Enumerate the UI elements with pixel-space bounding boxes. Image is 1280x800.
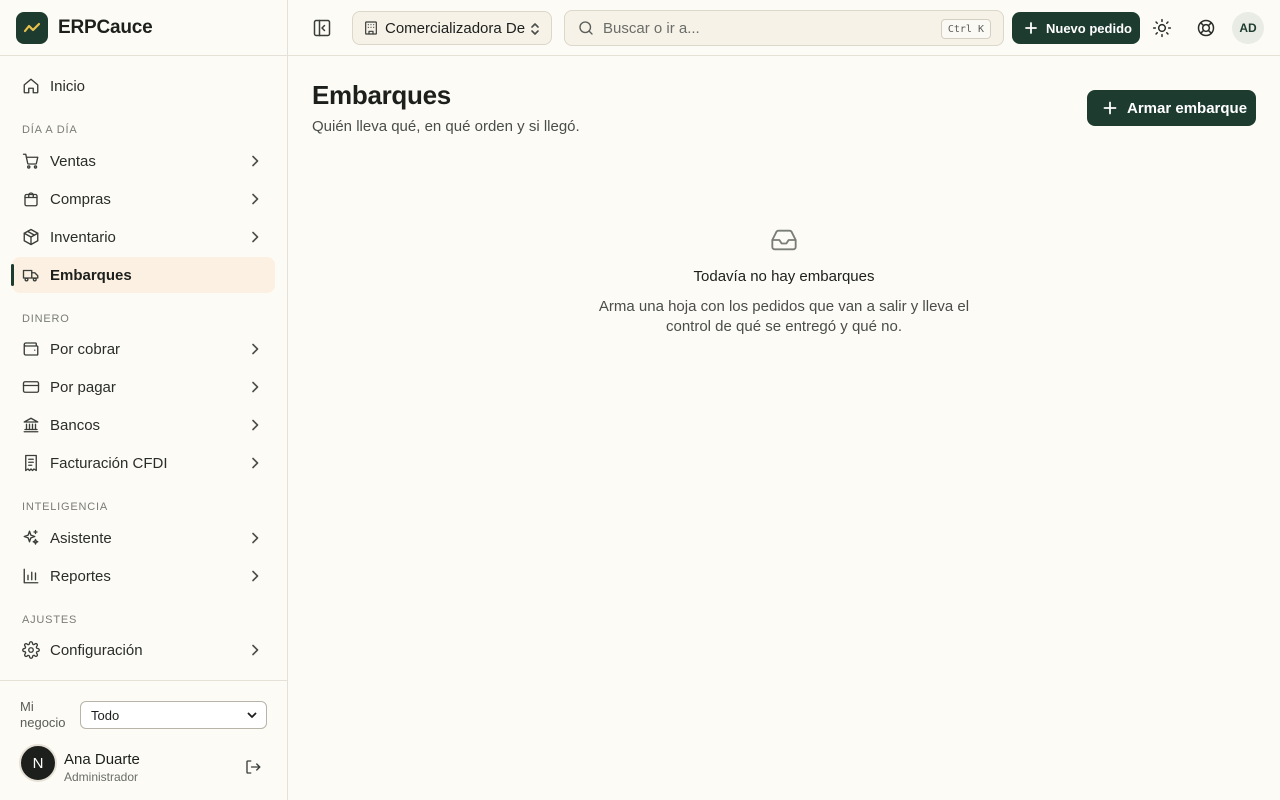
- sidebar-item-label: Embarques: [50, 266, 132, 284]
- sidebar-item-label: Ventas: [50, 152, 96, 170]
- main-content: Embarques Quién lleva qué, en qué orden …: [288, 56, 1280, 800]
- sidebar-toggle-icon[interactable]: [312, 18, 332, 38]
- sidebar-item-label: Bancos: [50, 416, 101, 434]
- chevron-right-icon: [252, 644, 259, 656]
- page-subtitle: Quién lleva qué, en qué orden y si llegó…: [312, 118, 580, 135]
- plus-icon: [1103, 101, 1117, 115]
- topbar: Comercializadora Del Norte Ctrl K Nuevo …: [288, 0, 1280, 56]
- truck-icon: [22, 266, 40, 284]
- section-label-settings: Ajustes: [22, 614, 78, 626]
- bank-icon: [22, 416, 40, 434]
- gear-icon: [22, 641, 40, 659]
- sidebar-item-asistente[interactable]: Asistente: [12, 520, 275, 556]
- sidebar-item-label: Asistente: [50, 529, 112, 547]
- building-icon: [365, 21, 377, 35]
- sidebar-item-ventas[interactable]: Ventas: [12, 143, 275, 179]
- section-label-intelligence: Inteligencia: [22, 501, 109, 513]
- lifebuoy-icon[interactable]: [1196, 18, 1216, 38]
- chevron-down-icon: [247, 712, 257, 718]
- credit-card-icon: [22, 378, 40, 396]
- business-label: Mi negocio: [20, 699, 66, 730]
- sidebar-item-label: Inicio: [50, 77, 86, 95]
- home-icon: [22, 77, 40, 95]
- plus-icon: [1025, 22, 1037, 34]
- sidebar-item-compras[interactable]: Compras: [12, 181, 275, 217]
- sidebar-item-por-pagar[interactable]: Por pagar: [12, 369, 275, 405]
- new-order-label: Nuevo pedido: [1046, 20, 1132, 36]
- wallet-icon: [22, 340, 40, 358]
- new-order-button[interactable]: Nuevo pedido: [1012, 12, 1140, 44]
- search-bar[interactable]: Ctrl K: [564, 10, 1004, 46]
- sidebar-footer: Mi negocio Todo N Ana Duarte Administrad…: [0, 680, 287, 800]
- sidebar-item-label: Configuración: [50, 641, 143, 659]
- sidebar-item-configuracion[interactable]: Configuración: [12, 632, 275, 668]
- sidebar-item-reportes[interactable]: Reportes: [12, 558, 275, 594]
- chevron-right-icon: [252, 381, 259, 393]
- inbox-icon: [771, 229, 797, 251]
- logout-icon[interactable]: [244, 758, 262, 776]
- sun-icon[interactable]: [1152, 18, 1172, 38]
- chevrons-up-down-icon: [531, 23, 539, 35]
- user-avatar[interactable]: AD: [1232, 12, 1264, 44]
- empty-state-title: Todavía no hay embarques: [693, 268, 875, 285]
- page-title: Embarques: [312, 80, 451, 110]
- section-label-money: Dinero: [22, 313, 70, 325]
- sidebar-item-inicio[interactable]: Inicio: [12, 68, 275, 104]
- sidebar-item-label: Por pagar: [50, 378, 116, 396]
- chevron-right-icon: [252, 532, 259, 544]
- receipt-icon: [22, 454, 40, 472]
- create-shipment-label: Armar embarque: [1127, 99, 1248, 117]
- brand[interactable]: ERPCauce: [0, 0, 287, 56]
- sidebar-item-label: Reportes: [50, 567, 111, 585]
- business-select-value: Todo: [91, 707, 120, 723]
- sidebar: ERPCauce Inicio Día a día Ventas: [0, 0, 288, 800]
- brand-name: ERPCauce: [58, 16, 153, 38]
- company-name: Comercializadora Del Norte: [385, 19, 525, 37]
- app-window: ERPCauce Inicio Día a día Ventas: [0, 0, 1280, 800]
- chevron-right-icon: [252, 193, 259, 205]
- business-select[interactable]: Todo: [80, 701, 267, 729]
- keyboard-shortcut: Ctrl K: [940, 19, 991, 39]
- user-name: Ana Duarte: [64, 751, 140, 768]
- sidebar-item-bancos[interactable]: Bancos: [12, 407, 275, 443]
- chevron-right-icon: [252, 343, 259, 355]
- chevron-right-icon: [252, 419, 259, 431]
- search-input[interactable]: [603, 19, 933, 37]
- sidebar-item-embarques[interactable]: Embarques: [11, 257, 275, 293]
- sidebar-item-inventario[interactable]: Inventario: [12, 219, 275, 255]
- search-icon: [579, 21, 593, 35]
- user-role: Administrador: [64, 770, 139, 784]
- chevron-right-icon: [252, 570, 259, 582]
- empty-state-description: Arma una hoja con los pedidos que van a …: [598, 298, 970, 335]
- empty-state: Todavía no hay embarques Arma una hoja c…: [584, 226, 984, 337]
- bar-chart-icon: [22, 567, 40, 585]
- sidebar-item-label: Facturación CFDI: [50, 454, 168, 472]
- company-switcher[interactable]: Comercializadora Del Norte: [352, 11, 552, 45]
- chevron-right-icon: [252, 155, 259, 167]
- sidebar-item-facturacion[interactable]: Facturación CFDI: [12, 445, 275, 481]
- sidebar-item-label: Compras: [50, 190, 111, 208]
- sidebar-item-label: Por cobrar: [50, 340, 121, 358]
- sidebar-item-por-cobrar[interactable]: Por cobrar: [12, 331, 275, 367]
- chevron-right-icon: [252, 231, 259, 243]
- brand-logo-icon: [16, 11, 48, 44]
- section-label-daily: Día a día: [22, 124, 78, 136]
- create-shipment-button[interactable]: Armar embarque: [1087, 90, 1256, 126]
- chevron-right-icon: [252, 457, 259, 469]
- package-icon: [22, 228, 40, 246]
- shopping-bag-icon: [22, 190, 40, 208]
- sidebar-item-label: Inventario: [50, 228, 116, 246]
- sparkles-icon: [22, 529, 40, 547]
- cart-icon: [22, 152, 40, 170]
- avatar[interactable]: N: [19, 744, 57, 782]
